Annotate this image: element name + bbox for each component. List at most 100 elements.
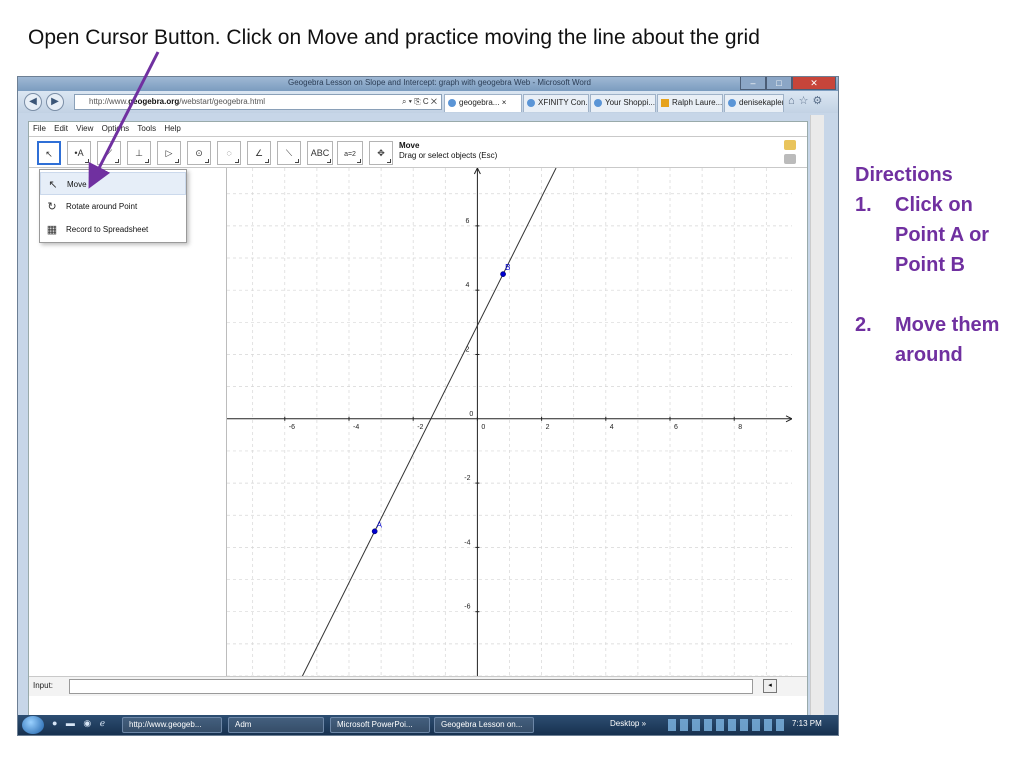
polygon-tool-button[interactable]: ▷ <box>157 141 181 165</box>
forward-button[interactable]: ▶ <box>46 93 64 111</box>
coordinate-grid[interactable]: -6 -4 -2 0 2 4 6 8-6-4-22460AB <box>227 168 792 676</box>
y-tick-label: -4 <box>464 539 470 546</box>
menu-edit[interactable]: Edit <box>54 124 68 133</box>
back-button[interactable]: ◀ <box>24 93 42 111</box>
tab-geogebra[interactable]: geogebra... × <box>444 94 522 112</box>
cursor-icon: ↖ <box>48 179 58 191</box>
text-tool-button[interactable]: ABC <box>307 141 333 165</box>
slider-icon: a=2 <box>344 151 356 158</box>
y-tick-label: 4 <box>465 282 469 289</box>
minimize-button[interactable]: – <box>740 77 766 90</box>
perpendicular-icon: ⊥ <box>135 148 143 158</box>
taskbar-item-adm[interactable]: Adm <box>228 717 324 733</box>
cursor-icon: ↖ <box>45 149 53 159</box>
geogebra-menubar: File Edit View Options Tools Help <box>29 122 807 136</box>
menu-item-record-to-spreadsheet[interactable]: ▦ Record to Spreadsheet <box>40 218 186 241</box>
browser-window: Geogebra Lesson on Slope and Intercept: … <box>17 76 839 736</box>
ellipse-tool-button[interactable]: ◌ <box>217 141 241 165</box>
flag-icon <box>661 99 669 107</box>
x-tick-label: -6 <box>289 424 295 431</box>
globe-icon <box>448 99 456 107</box>
tool-info-hint: Drag or select objects (Esc) <box>399 151 498 160</box>
input-help-button[interactable]: ◂ <box>763 679 777 693</box>
circle-icon: ⊙ <box>195 148 203 158</box>
x-tick-label: 2 <box>546 424 550 431</box>
point-A <box>371 528 378 535</box>
taskbar-item-powerpoint[interactable]: Microsoft PowerPoi... <box>330 717 430 733</box>
menu-item-move[interactable]: ↖ Move <box>40 172 186 195</box>
directions-panel: Directions 1. Click on Point A or Point B… <box>855 160 1020 370</box>
system-tray-icons[interactable] <box>668 719 786 731</box>
polygon-icon: ▷ <box>165 148 173 158</box>
perpendicular-tool-button[interactable]: ⊥ <box>127 141 151 165</box>
x-tick-label: 8 <box>738 424 742 431</box>
taskbar-clock[interactable]: 7:13 PM <box>792 719 822 728</box>
reflect-icon: ⟍ <box>285 148 293 158</box>
point-icon: •A <box>74 148 84 158</box>
windows-taskbar: ● ▬ ◉ ℯ http://www.geogeb... Adm Microso… <box>18 715 838 735</box>
point-label-B: B <box>505 263 510 272</box>
move-tool-button[interactable]: ↖ <box>37 141 61 165</box>
point-tool-button[interactable]: •A <box>67 141 91 165</box>
address-bar[interactable]: http://www.geogebra.org/webstart/geogebr… <box>74 94 442 110</box>
line-icon: ⟋ <box>105 148 113 158</box>
start-button[interactable] <box>22 716 44 734</box>
reflect-tool-button[interactable]: ⟍ <box>277 141 301 165</box>
ie-icon <box>527 99 535 107</box>
taskbar-item-browser[interactable]: http://www.geogeb... <box>122 717 222 733</box>
graphics-view[interactable]: -6 -4 -2 0 2 4 6 8 -6 -4 -2 2 4 6 0 A B <box>227 168 792 676</box>
maximize-button[interactable]: □ <box>766 77 792 90</box>
ie-icon <box>728 99 736 107</box>
y-tick-label: -2 <box>464 475 470 482</box>
input-label: Input: <box>33 681 54 690</box>
angle-icon: ∠ <box>254 148 264 158</box>
slider-tool-button[interactable]: a=2 <box>337 141 363 165</box>
undo-icon[interactable] <box>784 140 796 150</box>
geogebra-app: File Edit View Options Tools Help ↖ •A ⟋… <box>28 121 808 721</box>
circle-tool-button[interactable]: ⊙ <box>187 141 211 165</box>
desktop-toolbar[interactable]: Desktop » <box>610 719 646 728</box>
tab-shopping[interactable]: Your Shoppi... <box>590 94 656 112</box>
algebra-view[interactable] <box>29 168 227 676</box>
tab-denisekapler[interactable]: denisekapler... <box>724 94 784 112</box>
quick-launch-icons[interactable]: ● ▬ ◉ ℯ <box>52 718 108 729</box>
tool-info-name: Move <box>399 141 420 150</box>
window-titlebar: Geogebra Lesson on Slope and Intercept: … <box>18 77 838 91</box>
rotate-icon: ↻ <box>47 201 57 213</box>
angle-tool-button[interactable]: ∠ <box>247 141 271 165</box>
menu-options[interactable]: Options <box>102 124 130 133</box>
geogebra-toolbar: ↖ •A ⟋ ⊥ ▷ ⊙ ◌ ∠ ⟍ ABC a=2 ✥ Move Drag o… <box>29 136 807 168</box>
line-AB <box>301 168 557 676</box>
x-tick-label: 0 <box>481 424 485 431</box>
text-icon: ABC <box>310 148 330 158</box>
x-tick-label: 6 <box>674 424 678 431</box>
taskbar-item-word[interactable]: Geogebra Lesson on... <box>434 717 534 733</box>
line-tool-button[interactable]: ⟋ <box>97 141 121 165</box>
ie-icon <box>594 99 602 107</box>
tab-xfinity[interactable]: XFINITY Con... <box>523 94 589 112</box>
page-scrollbar[interactable] <box>810 115 824 715</box>
menu-view[interactable]: View <box>76 124 93 133</box>
menu-tools[interactable]: Tools <box>137 124 156 133</box>
y-tick-label: 6 <box>465 218 469 225</box>
move-graphics-tool-button[interactable]: ✥ <box>369 141 393 165</box>
tab-ralph-lauren[interactable]: Ralph Laure... <box>657 94 723 112</box>
close-window-button[interactable]: ✕ <box>792 77 836 90</box>
ellipse-icon: ◌ <box>226 148 232 158</box>
origin-label: 0 <box>469 411 473 418</box>
input-field[interactable] <box>69 679 753 694</box>
slide-title: Open Cursor Button. Click on Move and pr… <box>28 26 760 49</box>
x-tick-label: -2 <box>417 424 423 431</box>
menu-item-rotate-around-point[interactable]: ↻ Rotate around Point <box>40 195 186 218</box>
directions-list: 1. Click on Point A or Point B 2. Move the… <box>855 190 1020 370</box>
x-tick-label: 4 <box>610 424 614 431</box>
menu-help[interactable]: Help <box>164 124 180 133</box>
window-title: Geogebra Lesson on Slope and Intercept: … <box>288 78 591 87</box>
home-favorites-tools-icons[interactable]: ⌂☆⚙ <box>788 94 826 107</box>
x-tick-label: -4 <box>353 424 359 431</box>
browser-navbar: ◀ ▶ http://www.geogebra.org/webstart/geo… <box>18 91 838 113</box>
redo-icon[interactable] <box>784 154 796 164</box>
menu-file[interactable]: File <box>33 124 46 133</box>
input-bar: Input: ◂ <box>29 676 807 696</box>
address-controls[interactable]: ⌕ ▾ ⎘ C ✕ <box>402 95 437 109</box>
